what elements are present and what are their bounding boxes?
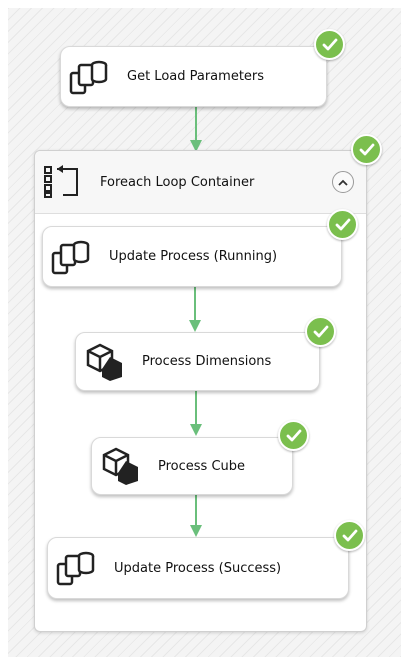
precedence-constraint[interactable] (189, 106, 203, 154)
success-check-icon (327, 209, 358, 240)
precedence-constraint[interactable] (189, 390, 203, 438)
task-get-load-parameters[interactable]: Get Load Parameters (60, 46, 327, 107)
success-check-icon (351, 134, 382, 165)
precedence-constraint[interactable] (188, 286, 202, 334)
task-label: Process Dimensions (142, 354, 272, 369)
container-header[interactable]: Foreach Loop Container (35, 151, 366, 214)
success-check-icon (314, 29, 345, 60)
analysis-services-processing-icon (86, 343, 126, 385)
task-process-dimensions[interactable]: Process Dimensions (75, 332, 320, 391)
success-check-icon (305, 316, 336, 347)
task-update-process-success[interactable]: Update Process (Success) (47, 537, 349, 599)
sql-task-icon (56, 550, 96, 592)
container-label: Foreach Loop Container (100, 175, 255, 190)
sql-task-icon (51, 239, 91, 281)
analysis-services-processing-icon (102, 447, 142, 489)
chevron-up-icon[interactable] (332, 171, 354, 193)
foreach-loop-icon (43, 165, 81, 203)
task-label: Update Process (Running) (109, 249, 278, 264)
success-check-icon (334, 520, 365, 551)
task-process-cube[interactable]: Process Cube (91, 437, 293, 495)
task-label: Get Load Parameters (127, 69, 265, 84)
precedence-constraint[interactable] (189, 494, 203, 539)
task-label: Process Cube (158, 459, 246, 474)
task-update-process-running[interactable]: Update Process (Running) (42, 226, 342, 287)
sql-task-icon (69, 59, 109, 101)
success-check-icon (278, 420, 309, 451)
task-label: Update Process (Success) (114, 561, 282, 576)
